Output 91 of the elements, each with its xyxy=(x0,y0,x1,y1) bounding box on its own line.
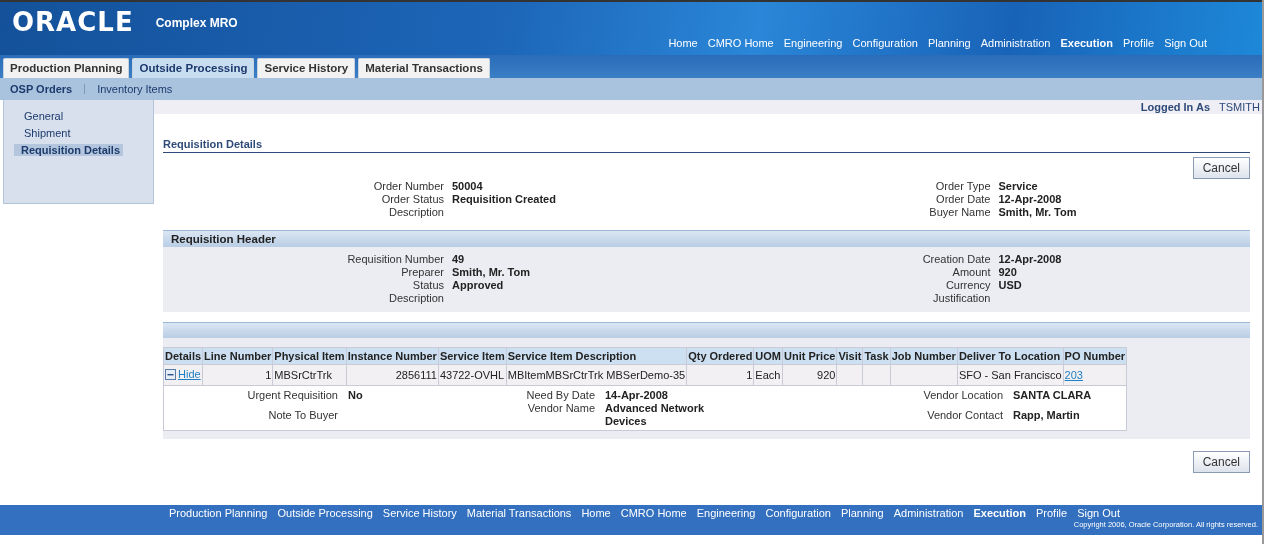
field-value: Approved xyxy=(452,279,505,291)
field-value: Smith, Mr. Tom xyxy=(452,266,532,278)
field-value: SANTA CLARA xyxy=(1013,389,1093,403)
footer-nav-link[interactable]: Service History xyxy=(382,507,457,519)
user-name: TSMITH xyxy=(1219,101,1260,113)
footer-nav-link[interactable]: Profile xyxy=(1036,507,1068,519)
field-value: 920 xyxy=(998,266,1018,278)
column-header: Service Item Description xyxy=(506,347,687,365)
footer-nav-link[interactable]: Administration xyxy=(893,507,964,519)
global-nav-link[interactable]: Engineering xyxy=(783,37,843,49)
field-label: Vendor Location xyxy=(923,389,1003,401)
field-label: Creation Date xyxy=(922,253,991,265)
field-label: Order Status xyxy=(381,193,444,205)
field-label: Order Type xyxy=(935,180,991,192)
column-header: Instance Number xyxy=(346,347,439,365)
field-label: Status xyxy=(412,279,444,291)
column-header: Physical Item xyxy=(272,347,347,365)
column-header: Unit Price xyxy=(782,347,837,365)
global-nav-link[interactable]: Planning xyxy=(927,37,971,49)
side-nav-item[interactable]: General xyxy=(14,110,67,122)
column-header: Details xyxy=(163,347,203,365)
cancel-button[interactable]: Cancel xyxy=(1192,451,1250,473)
footer-nav-link[interactable]: Sign Out xyxy=(1077,507,1120,519)
column-header: Task xyxy=(862,347,891,365)
app-name: Complex MRO xyxy=(155,16,238,30)
global-nav-link[interactable]: Execution xyxy=(1060,37,1113,49)
column-header: PO Number xyxy=(1063,347,1127,365)
field-value: Advanced Network Devices xyxy=(605,402,706,428)
field-label: Description xyxy=(388,292,444,304)
field-value: 49 xyxy=(452,253,466,265)
field-value: 12-Apr-2008 xyxy=(998,193,1063,205)
field-label: Vendor Name xyxy=(527,402,595,414)
subtab[interactable]: Inventory Items xyxy=(97,83,173,95)
field-label: Currency xyxy=(945,279,991,291)
footer-nav-link[interactable]: Planning xyxy=(840,507,884,519)
footer-nav-link[interactable]: Production Planning xyxy=(169,507,268,519)
field-value: Rapp, Martin xyxy=(1013,408,1081,423)
global-nav-link[interactable]: Administration xyxy=(980,37,1051,49)
global-nav-link[interactable]: Configuration xyxy=(852,37,918,49)
logo: ORACLE xyxy=(12,8,134,36)
field-label: Buyer Name xyxy=(929,206,991,218)
column-header: Deliver To Location xyxy=(957,347,1064,365)
po-number-link[interactable]: 203 xyxy=(1064,369,1083,381)
field-label: Amount xyxy=(952,266,991,278)
side-nav-item[interactable]: Requisition Details xyxy=(14,144,124,156)
column-header: Qty Ordered xyxy=(686,347,754,365)
field-label: Need By Date xyxy=(526,389,595,401)
field-value: Service xyxy=(998,180,1039,192)
field-label: Preparer xyxy=(401,266,444,278)
footer-nav-link[interactable]: Execution xyxy=(973,507,1026,519)
footer-nav-link[interactable]: Outside Processing xyxy=(277,507,373,519)
tab[interactable]: Service History xyxy=(257,58,356,78)
field-label: Order Number xyxy=(373,180,444,192)
field-label: Description xyxy=(388,206,444,218)
column-header: Line Number xyxy=(202,347,273,365)
field-label: Requisition Number xyxy=(347,253,444,265)
column-header: UOM xyxy=(753,347,783,365)
field-label: Urgent Requisition xyxy=(247,389,338,401)
side-nav-item[interactable]: Shipment xyxy=(14,127,74,139)
field-value: Smith, Mr. Tom xyxy=(998,206,1078,218)
field-label: Order Date xyxy=(936,193,991,205)
field-value: 14-Apr-2008 xyxy=(605,389,669,402)
field-label: Vendor Contact xyxy=(927,408,1003,421)
column-header: Service Item xyxy=(438,347,507,365)
field-value: 50004 xyxy=(452,180,484,192)
column-header: Job Number xyxy=(890,347,958,365)
global-nav-link[interactable]: Profile xyxy=(1123,37,1155,49)
global-nav-link[interactable]: Home xyxy=(668,37,698,49)
subtab[interactable]: OSP Orders xyxy=(10,83,73,95)
logged-in-label: Logged In As xyxy=(1140,101,1211,113)
footer-nav-link[interactable]: Home xyxy=(581,507,611,519)
cancel-button[interactable]: Cancel xyxy=(1192,157,1250,179)
tab[interactable]: Material Transactions xyxy=(358,58,490,78)
footer-nav-link[interactable]: Material Transactions xyxy=(466,507,572,519)
field-value: Requisition Created xyxy=(452,193,557,205)
field-value: 12-Apr-2008 xyxy=(998,253,1063,265)
field-value: No xyxy=(348,389,363,403)
footer-nav-link[interactable]: Configuration xyxy=(765,507,831,519)
field-label: Note To Buyer xyxy=(268,408,338,421)
field-label: Justification xyxy=(933,292,991,304)
footer-nav-link[interactable]: CMRO Home xyxy=(620,507,687,519)
column-header: Visit xyxy=(836,347,863,365)
footer-nav-link[interactable]: Engineering xyxy=(696,507,756,519)
page-title: Requisition Details xyxy=(163,138,1250,153)
tab[interactable]: Production Planning xyxy=(3,58,130,78)
field-value: USD xyxy=(998,279,1023,291)
tab[interactable]: Outside Processing xyxy=(132,58,255,78)
global-nav-link[interactable]: Sign Out xyxy=(1164,37,1207,49)
hide-link[interactable]: Hide xyxy=(165,368,201,381)
global-nav-link[interactable]: CMRO Home xyxy=(707,37,774,49)
section-title: Requisition Header xyxy=(171,233,276,245)
